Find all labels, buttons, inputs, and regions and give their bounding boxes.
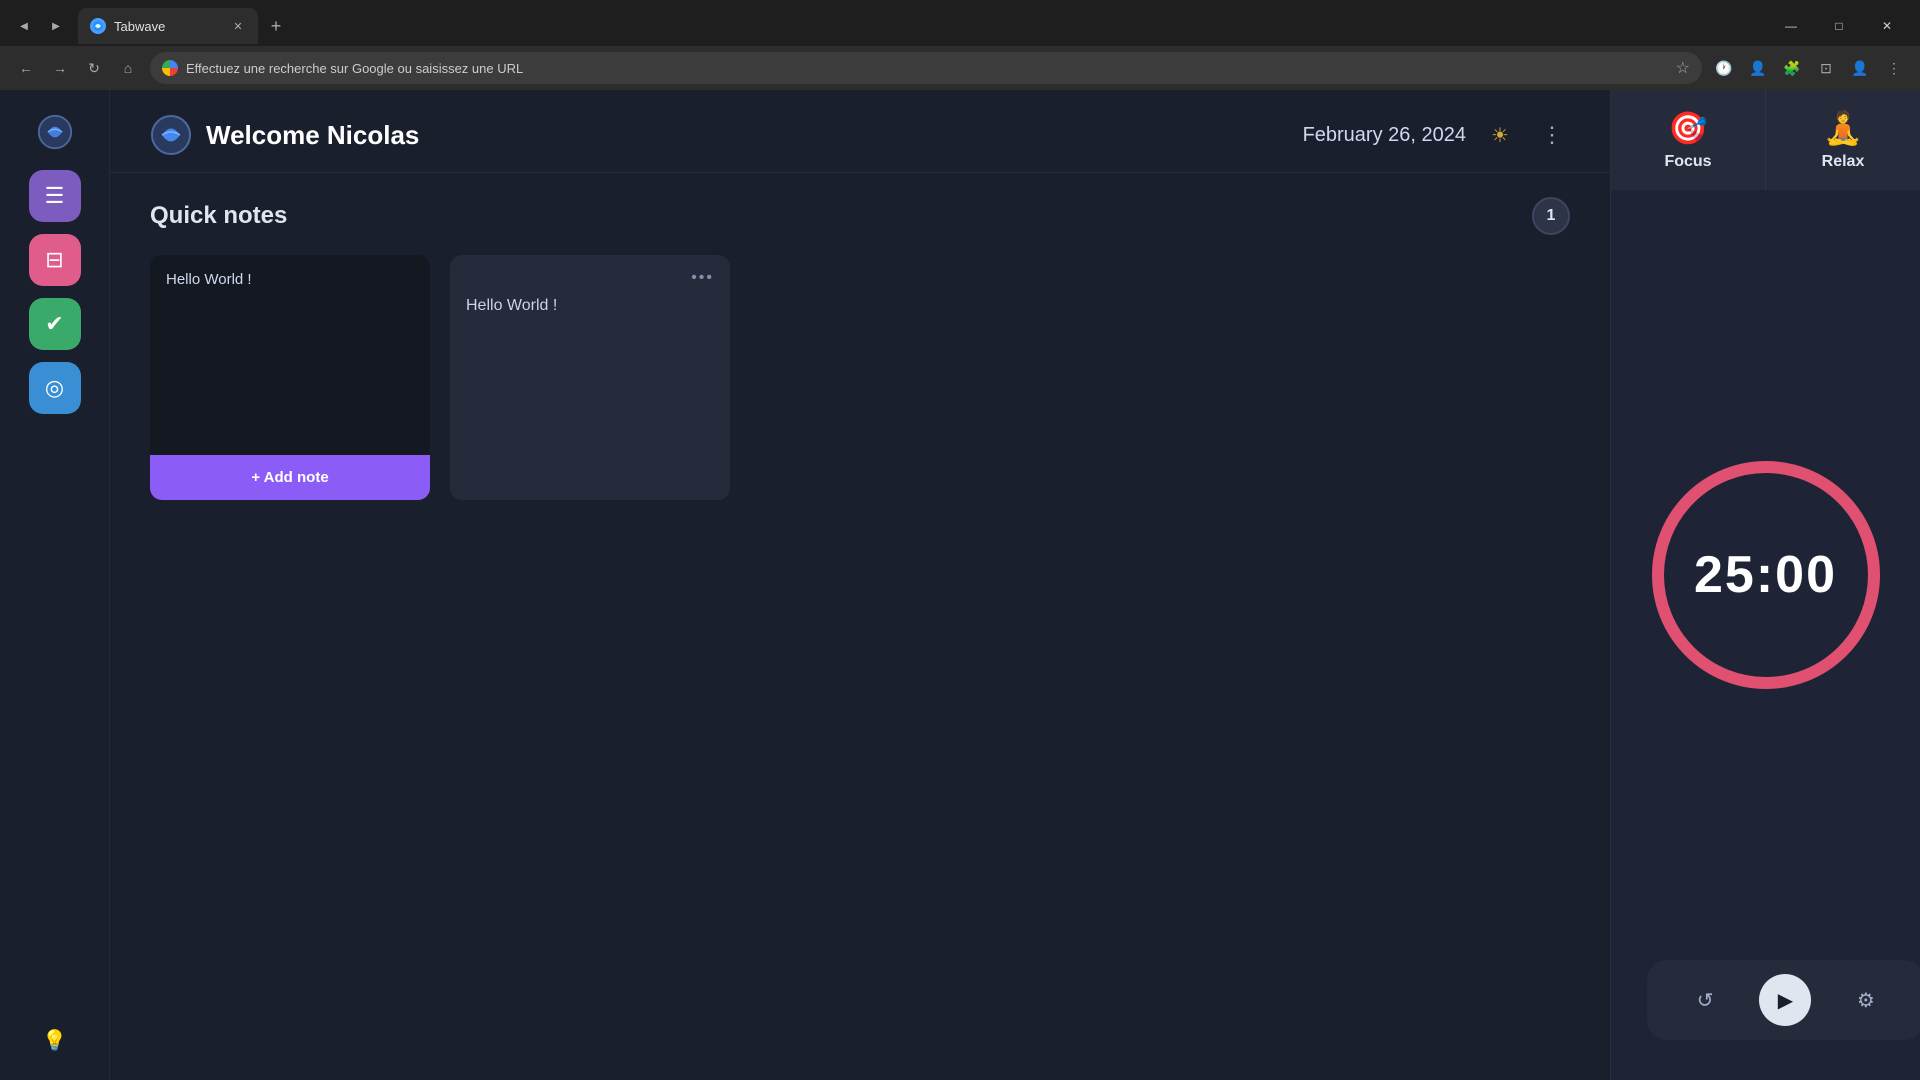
- relax-label: Relax: [1822, 153, 1865, 171]
- note-card-header: •••: [466, 269, 714, 287]
- google-icon: [162, 60, 178, 76]
- notes-section: Quick notes 1 Hello World ! + Add note •…: [110, 173, 1610, 1080]
- tab-title: Tabwave: [114, 19, 222, 34]
- timer-play-button[interactable]: ▶: [1759, 974, 1811, 1026]
- timer-container: 25:00: [1626, 190, 1906, 960]
- tab-nav-buttons: ◀ ▶: [10, 12, 70, 40]
- address-bar[interactable]: Effectuez une recherche sur Google ou sa…: [150, 52, 1702, 84]
- relax-mode-button[interactable]: 🧘 Relax: [1766, 90, 1920, 190]
- browser-chrome: ◀ ▶ Tabwave ✕ + — □ ✕ ← → ↻ ⌂: [0, 0, 1920, 90]
- address-text: Effectuez une recherche sur Google ou sa…: [186, 61, 1668, 76]
- current-date: February 26, 2024: [1303, 124, 1466, 147]
- active-tab[interactable]: Tabwave ✕: [78, 8, 258, 44]
- reset-icon: ↺: [1697, 988, 1714, 1013]
- timer-settings-button[interactable]: ⚙: [1844, 978, 1888, 1022]
- tab-close-button[interactable]: ✕: [230, 18, 246, 34]
- focus-emoji: 🎯: [1668, 109, 1708, 147]
- window-controls: — □ ✕: [1768, 10, 1910, 42]
- relax-emoji: 🧘: [1823, 109, 1863, 147]
- sidebar-item-board[interactable]: ⊟: [29, 234, 81, 286]
- sidebar-logo: [33, 110, 77, 154]
- sidebar-item-notes[interactable]: ☰: [29, 170, 81, 222]
- header-logo: [150, 114, 192, 156]
- shield-icon: ✔: [45, 311, 63, 337]
- reload-button[interactable]: ↻: [78, 52, 110, 84]
- sidebar-item-shield[interactable]: ✔: [29, 298, 81, 350]
- account-button[interactable]: 👤: [1844, 52, 1876, 84]
- timer-controls-wrapper: ↺ ▶ ⚙: [1611, 960, 1920, 1080]
- theme-toggle-button[interactable]: 💡: [35, 1020, 75, 1060]
- header-left: Welcome Nicolas: [150, 114, 419, 156]
- toolbar: ← → ↻ ⌂ Effectuez une recherche sur Goog…: [0, 46, 1920, 90]
- note-more-button[interactable]: •••: [691, 269, 714, 287]
- bookmark-icon[interactable]: ☆: [1676, 58, 1690, 78]
- note-card-text: Hello World !: [466, 297, 714, 315]
- right-panel: 🎯 Focus 🧘 Relax 25:00: [1610, 90, 1920, 1080]
- notes-grid: Hello World ! + Add note ••• Hello World…: [150, 255, 1570, 500]
- note-editor-card: Hello World ! + Add note: [150, 255, 430, 500]
- more-options-button[interactable]: ⋮: [1534, 117, 1570, 153]
- sidebar: ☰ ⊟ ✔ ◎ 💡: [0, 90, 110, 1080]
- add-note-button[interactable]: + Add note: [150, 455, 430, 500]
- toolbar-nav: ← → ↻ ⌂: [10, 52, 144, 84]
- home-button[interactable]: ⌂: [112, 52, 144, 84]
- timer-display: 25:00: [1694, 545, 1837, 605]
- forward-button[interactable]: →: [44, 52, 76, 84]
- back-button[interactable]: ←: [10, 52, 42, 84]
- maximize-button[interactable]: □: [1816, 10, 1862, 42]
- menu-button[interactable]: ⋮: [1878, 52, 1910, 84]
- sun-icon: ☀: [1491, 123, 1509, 148]
- tab-forward-button[interactable]: ▶: [42, 12, 70, 40]
- theme-button[interactable]: ☀: [1482, 117, 1518, 153]
- extension-btn-2[interactable]: 👤: [1742, 52, 1774, 84]
- focus-mode-button[interactable]: 🎯 Focus: [1611, 90, 1766, 190]
- timer-ring-wrapper: 25:00: [1646, 455, 1886, 695]
- note-display-card: ••• Hello World !: [450, 255, 730, 500]
- extensions-button[interactable]: 🧩: [1776, 52, 1808, 84]
- new-tab-button[interactable]: +: [262, 12, 290, 40]
- timer-controls: ↺ ▶ ⚙: [1647, 960, 1920, 1040]
- light-icon: 💡: [42, 1028, 67, 1053]
- main-area: Welcome Nicolas February 26, 2024 ☀ ⋮ Qu…: [110, 90, 1610, 1080]
- profile-button[interactable]: ⊡: [1810, 52, 1842, 84]
- sidebar-bottom: 💡: [35, 1020, 75, 1060]
- focus-label: Focus: [1664, 153, 1711, 171]
- tab-favicon: [90, 18, 106, 34]
- app-content: ☰ ⊟ ✔ ◎ 💡: [0, 90, 1920, 1080]
- more-icon: ⋮: [1541, 122, 1563, 148]
- sidebar-item-explore[interactable]: ◎: [29, 362, 81, 414]
- play-icon: ▶: [1778, 988, 1793, 1013]
- minimize-button[interactable]: —: [1768, 10, 1814, 42]
- board-icon: ⊟: [45, 247, 63, 273]
- close-button[interactable]: ✕: [1864, 10, 1910, 42]
- explore-icon: ◎: [45, 375, 64, 401]
- settings-icon: ⚙: [1857, 988, 1875, 1013]
- header-right: February 26, 2024 ☀ ⋮: [1303, 117, 1570, 153]
- notes-count-badge: 1: [1532, 197, 1570, 235]
- tab-back-button[interactable]: ◀: [10, 12, 38, 40]
- tab-bar: ◀ ▶ Tabwave ✕ + — □ ✕: [0, 0, 1920, 46]
- extension-btn-1[interactable]: 🕐: [1708, 52, 1740, 84]
- note-editor-textarea[interactable]: Hello World !: [150, 255, 430, 455]
- timer-reset-button[interactable]: ↺: [1683, 978, 1727, 1022]
- welcome-title: Welcome Nicolas: [206, 120, 419, 151]
- mode-buttons: 🎯 Focus 🧘 Relax: [1611, 90, 1920, 190]
- main-header: Welcome Nicolas February 26, 2024 ☀ ⋮: [110, 90, 1610, 173]
- notes-title: Quick notes: [150, 202, 287, 230]
- notes-icon: ☰: [45, 183, 65, 209]
- notes-header: Quick notes 1: [150, 197, 1570, 235]
- toolbar-actions: 🕐 👤 🧩 ⊡ 👤 ⋮: [1708, 52, 1910, 84]
